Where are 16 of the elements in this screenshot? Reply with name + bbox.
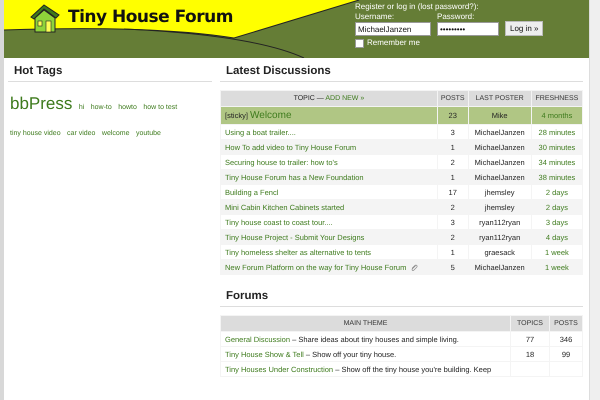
password-label: Password: [437, 12, 476, 22]
remember-checkbox[interactable] [355, 38, 364, 48]
tag-link[interactable]: bbPress [10, 94, 72, 113]
scrollbar[interactable] [589, 0, 600, 400]
username-label: Username: [355, 12, 396, 22]
login-prompt: Register or log in (lost password?): [355, 2, 480, 12]
username-field[interactable]: MichaelJanzen [355, 22, 431, 36]
login-button[interactable]: Log in » [505, 21, 544, 36]
remember-label: Remember me [367, 38, 420, 48]
password-field[interactable]: ••••••••• [437, 22, 499, 36]
section-heading: Forums [220, 283, 583, 308]
section-heading: Hot Tags [8, 58, 212, 82]
house-icon [28, 3, 62, 33]
topic-link[interactable]: Welcome [250, 110, 292, 121]
site-logo-text: Tiny House Forum [68, 7, 233, 27]
section-heading: Latest Discussions [220, 58, 583, 82]
